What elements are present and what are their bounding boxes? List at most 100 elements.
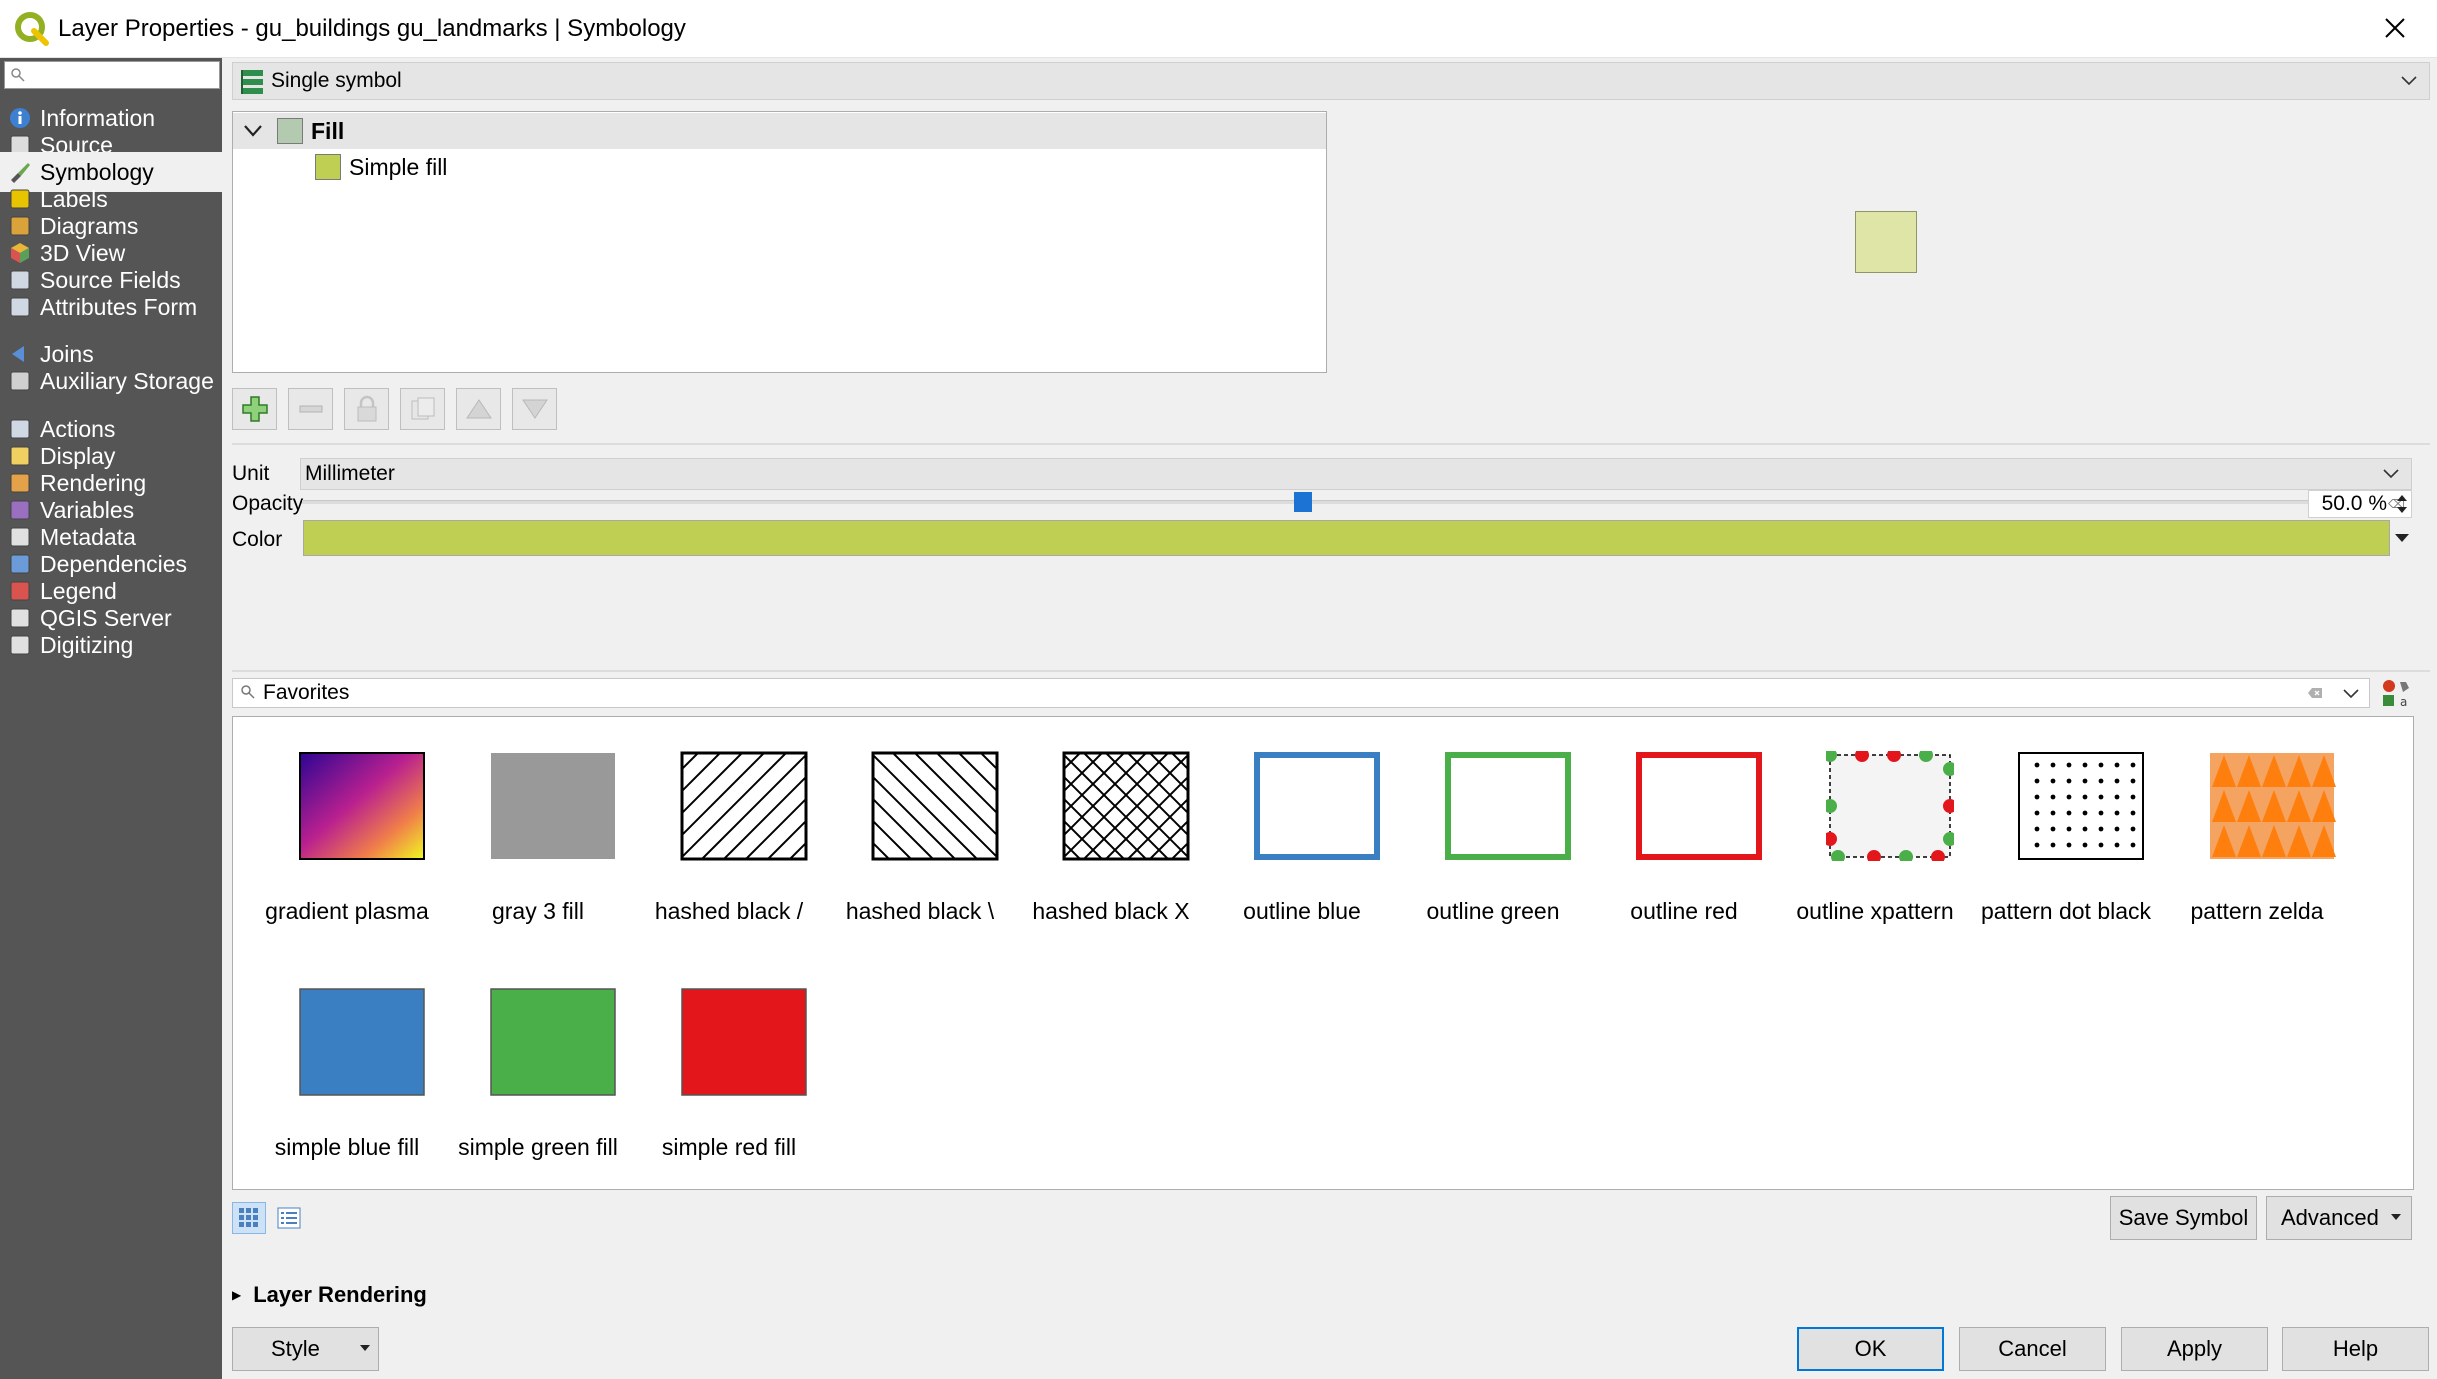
close-icon — [2385, 18, 2405, 38]
symbol-thumbnail — [299, 752, 425, 860]
chevron-down-icon — [2401, 76, 2417, 86]
sidebar-item-label: Digitizing — [40, 631, 134, 658]
unit-label: Unit — [232, 462, 270, 485]
storage-icon — [10, 371, 30, 391]
grid-view-icon — [239, 1208, 258, 1227]
duplicate-layer-button[interactable] — [400, 388, 445, 430]
arrow-down-icon — [521, 399, 548, 419]
color-button[interactable] — [303, 520, 2390, 556]
symbol-thumbnail — [491, 753, 615, 859]
color-label: Color — [232, 528, 283, 551]
symbol-name: outline green — [1426, 898, 1560, 924]
cancel-button[interactable]: Cancel — [1959, 1327, 2106, 1371]
symbol-name: pattern zelda — [2190, 898, 2324, 924]
tree-row-simple-fill[interactable]: Simple fill — [315, 149, 447, 185]
symbol-name: simple blue fill — [274, 1134, 420, 1160]
unit-value: Millimeter — [305, 462, 395, 485]
sidebar-item-label: Auxiliary Storage — [40, 367, 214, 394]
tree-row-simple-fill-label: Simple fill — [349, 153, 448, 180]
advanced-button-label: Advanced — [2281, 1205, 2379, 1230]
search-icon — [241, 685, 255, 699]
symbol-layer-tree: Fill Simple fill — [232, 111, 1327, 373]
chevron-down-icon[interactable] — [2343, 689, 2359, 699]
symbol-name: hashed black / — [654, 898, 804, 924]
add-symbol-layer-button[interactable] — [232, 388, 277, 430]
library-search-value: Favorites — [263, 681, 350, 704]
fill-swatch-icon — [277, 118, 303, 144]
list-view-button[interactable] — [272, 1202, 306, 1234]
symbol-thumbnail — [1445, 752, 1571, 860]
symbol-library-grid: gradient plasma gray 3 fill hashed black /… — [232, 716, 2414, 1190]
symbol-thumbnail — [681, 988, 807, 1096]
color-dropdown-button[interactable] — [2390, 520, 2414, 556]
opacity-stepper-icon[interactable] — [2392, 490, 2412, 518]
unit-dropdown[interactable]: Millimeter — [300, 458, 2412, 490]
layer-rendering-section[interactable]: ▶ Layer Rendering — [232, 1282, 427, 1308]
symbol-name: hashed black X — [1032, 898, 1190, 924]
sidebar-item-label: Attributes Form — [40, 293, 198, 320]
opacity-slider-handle[interactable] — [1294, 492, 1312, 512]
remove-symbol-layer-button[interactable] — [288, 388, 333, 430]
qgis-logo-icon — [15, 11, 49, 46]
view-mode-toggle — [232, 1202, 306, 1234]
sidebar-item-attributes-form[interactable]: Attributes Form — [0, 287, 222, 327]
lock-layer-button[interactable] — [344, 388, 389, 430]
symbol-layer-toolbar — [232, 388, 557, 430]
symbol-name: outline xpattern — [1796, 898, 1954, 924]
symbol-thumbnail — [2210, 753, 2336, 859]
symbol-library-search-input[interactable]: Favorites — [232, 678, 2370, 708]
tree-row-fill-label: Fill — [311, 117, 345, 144]
sidebar-search-input[interactable] — [4, 61, 220, 89]
ok-button[interactable]: OK — [1797, 1327, 1944, 1371]
minus-icon — [299, 405, 322, 413]
symbol-thumbnail — [2018, 752, 2144, 860]
chevron-down-icon — [2383, 469, 2399, 479]
symbol-name: pattern dot black — [1980, 898, 2152, 924]
svg-text:a: a — [2400, 695, 2407, 709]
close-window-button[interactable] — [2375, 8, 2415, 48]
symbol-name: simple red fill — [661, 1134, 797, 1160]
symbol-thumbnail — [1062, 751, 1190, 861]
style-manager-icon[interactable]: a — [2380, 678, 2414, 710]
move-layer-up-button[interactable] — [456, 388, 501, 430]
symbol-name: outline red — [1630, 898, 1738, 924]
opacity-value: 50.0 % — [2321, 492, 2387, 515]
symbol-thumbnail — [871, 751, 999, 861]
collapse-arrow-icon[interactable] — [243, 124, 263, 138]
splitter-handle[interactable] — [232, 443, 2430, 445]
triangle-down-icon — [360, 1345, 370, 1351]
tree-row-fill[interactable]: Fill — [233, 113, 1326, 149]
duplicate-icon — [411, 397, 434, 420]
renderer-type-value: Single symbol — [271, 69, 402, 92]
sidebar: Information Source Symbology Labels Diagrams… — [0, 58, 222, 1379]
symbol-name: simple green fill — [458, 1134, 618, 1160]
expand-arrow-icon: ▶ — [232, 1288, 242, 1302]
clear-icon[interactable] — [2307, 687, 2323, 699]
symbol-thumbnail — [1826, 751, 1954, 861]
sidebar-item-auxiliary-storage[interactable]: Auxiliary Storage — [0, 361, 222, 401]
search-icon — [11, 68, 25, 82]
apply-button[interactable]: Apply — [2121, 1327, 2268, 1371]
symbol-thumbnail — [490, 988, 616, 1096]
plus-icon — [241, 396, 268, 422]
advanced-button[interactable]: Advanced — [2266, 1196, 2412, 1240]
single-symbol-icon — [241, 70, 263, 94]
move-layer-down-button[interactable] — [512, 388, 557, 430]
symbol-thumbnail — [299, 988, 425, 1096]
style-button-label: Style — [271, 1336, 320, 1361]
style-menu-button[interactable]: Style — [232, 1327, 379, 1371]
sidebar-item-digitizing[interactable]: Digitizing — [0, 625, 222, 665]
opacity-label: Opacity — [232, 492, 304, 515]
icon-view-button[interactable] — [232, 1202, 266, 1234]
renderer-type-dropdown[interactable]: Single symbol — [232, 62, 2430, 100]
digitizing-icon — [10, 635, 30, 655]
arrow-up-icon — [465, 399, 492, 419]
symbol-name: outline blue — [1243, 898, 1361, 924]
help-button[interactable]: Help — [2282, 1327, 2429, 1371]
title-bar: Layer Properties - gu_buildings gu_landm… — [0, 0, 2437, 58]
save-symbol-button[interactable]: Save Symbol — [2110, 1196, 2257, 1240]
symbol-thumbnail — [1636, 752, 1762, 860]
symbol-name: gradient plasma — [265, 898, 429, 924]
symbol-name: gray 3 fill — [491, 898, 585, 924]
window-title: Layer Properties - gu_buildings gu_landm… — [58, 14, 686, 42]
